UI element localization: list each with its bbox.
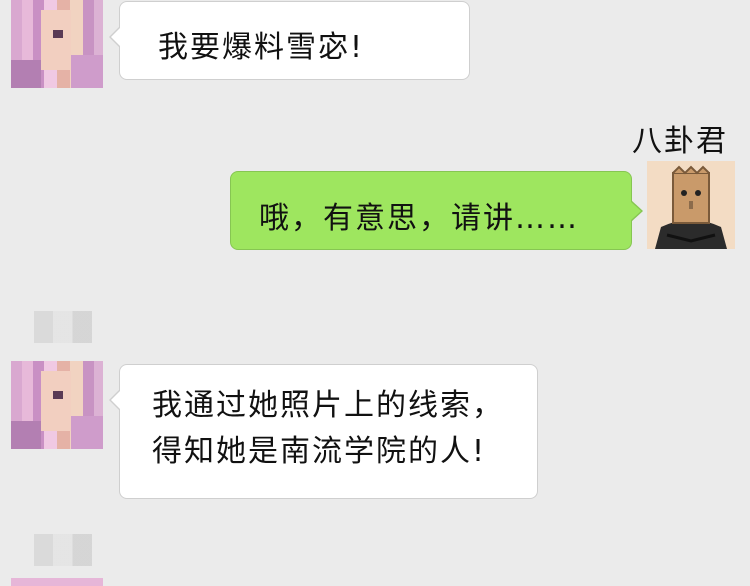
avatar-hair-pixel xyxy=(11,60,41,88)
avatar-eye-pixel xyxy=(53,30,63,38)
message-text: 我要爆料雪宓! xyxy=(158,30,365,65)
message-bubble-incoming[interactable]: 我要爆料雪宓! xyxy=(109,1,470,80)
incoming-avatar-partial[interactable] xyxy=(11,578,103,586)
avatar-eye-pixel xyxy=(53,391,63,399)
sender-name: 八卦君 xyxy=(632,124,728,159)
message-text: 哦，有意思，请讲…… xyxy=(259,201,579,236)
message-bubble-incoming[interactable]: 我通过她照片上的线索， 得知她是南流学院的人! xyxy=(109,364,538,499)
sender-name-blurred xyxy=(34,311,92,343)
message-text-line: 我通过她照片上的线索， xyxy=(152,388,504,423)
outgoing-avatar[interactable] xyxy=(647,161,735,249)
message-bubble-outgoing[interactable]: 哦，有意思，请讲…… xyxy=(230,171,643,250)
incoming-avatar[interactable] xyxy=(11,361,103,449)
incoming-avatar[interactable] xyxy=(11,0,103,88)
sender-name-blurred xyxy=(34,534,92,566)
avatar-hair-pixel xyxy=(71,416,103,449)
avatar-hair-pixel xyxy=(71,55,103,88)
message-text-line: 得知她是南流学院的人! xyxy=(152,434,487,469)
avatar-face-pixel xyxy=(41,10,71,70)
paper-bag-head-icon xyxy=(647,161,735,249)
avatar-hair-pixel xyxy=(11,421,41,449)
avatar-face-pixel xyxy=(41,371,71,431)
